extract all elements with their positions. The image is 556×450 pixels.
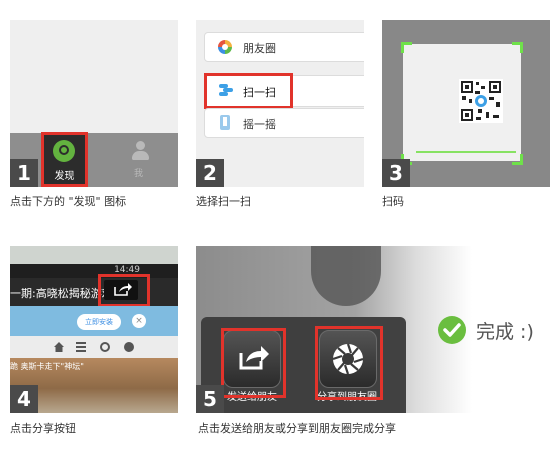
shake-icon	[220, 115, 230, 130]
step-number: 3	[382, 159, 410, 187]
highlight-box	[204, 73, 293, 109]
step5-caption: 点击发送给朋友或分享到朋友圈完成分享	[198, 422, 396, 435]
status-bar: 14:49	[10, 264, 178, 278]
step2-panel: 朋友圈 扫一扫 摇一摇 2	[196, 20, 364, 187]
step-number: 1	[10, 159, 38, 187]
clock-icon[interactable]	[124, 342, 134, 352]
web-title-bar: 一期:高晓松揭秘游戏	[10, 278, 178, 306]
corner-marker	[401, 42, 412, 53]
search-icon[interactable]	[100, 342, 110, 352]
checkmark-icon	[438, 316, 466, 344]
step4-caption: 点击分享按钮	[10, 422, 76, 435]
step-number: 5	[196, 385, 224, 413]
background-figure	[311, 246, 381, 306]
close-icon[interactable]: ×	[132, 314, 146, 328]
step1-caption: 点击下方的 "发现" 图标	[10, 195, 127, 208]
install-button[interactable]: 立即安装	[77, 314, 121, 330]
web-nav-row	[10, 336, 178, 358]
qr-code	[459, 79, 503, 123]
moments-label: 朋友圈	[243, 42, 276, 55]
step5-panel: 发送给朋友 分享到朋友圈 完成 :) 5	[196, 246, 550, 413]
me-tab-label[interactable]: 我	[134, 166, 143, 179]
shake-item[interactable]: 摇一摇	[204, 108, 364, 138]
step-number: 4	[10, 385, 38, 413]
step3-panel: 3	[382, 20, 550, 187]
corner-marker	[512, 154, 523, 165]
step3-caption: 扫码	[382, 195, 404, 208]
highlight-box	[315, 326, 383, 400]
step-number: 2	[196, 159, 224, 187]
highlight-box	[98, 274, 150, 307]
photo-caption: 跪 奥斯卡走下"神坛"	[10, 362, 84, 371]
highlight-box	[41, 132, 88, 187]
moments-icon	[218, 40, 232, 54]
home-icon[interactable]	[54, 342, 64, 352]
list-icon[interactable]	[76, 342, 86, 344]
done-text: 完成 :)	[476, 321, 534, 343]
shake-label: 摇一摇	[243, 118, 276, 131]
step1-panel: 发现 我 1	[10, 20, 178, 187]
step4-panel: 14:49 一期:高晓松揭秘游戏 立即安装 × 跪 奥斯卡走下"神坛" 4	[10, 246, 178, 413]
moments-item[interactable]: 朋友圈	[204, 32, 364, 62]
scan-line	[416, 151, 516, 153]
person-icon	[132, 141, 149, 161]
highlight-box	[221, 328, 286, 398]
corner-marker	[512, 42, 523, 53]
step2-caption: 选择扫一扫	[196, 195, 251, 208]
